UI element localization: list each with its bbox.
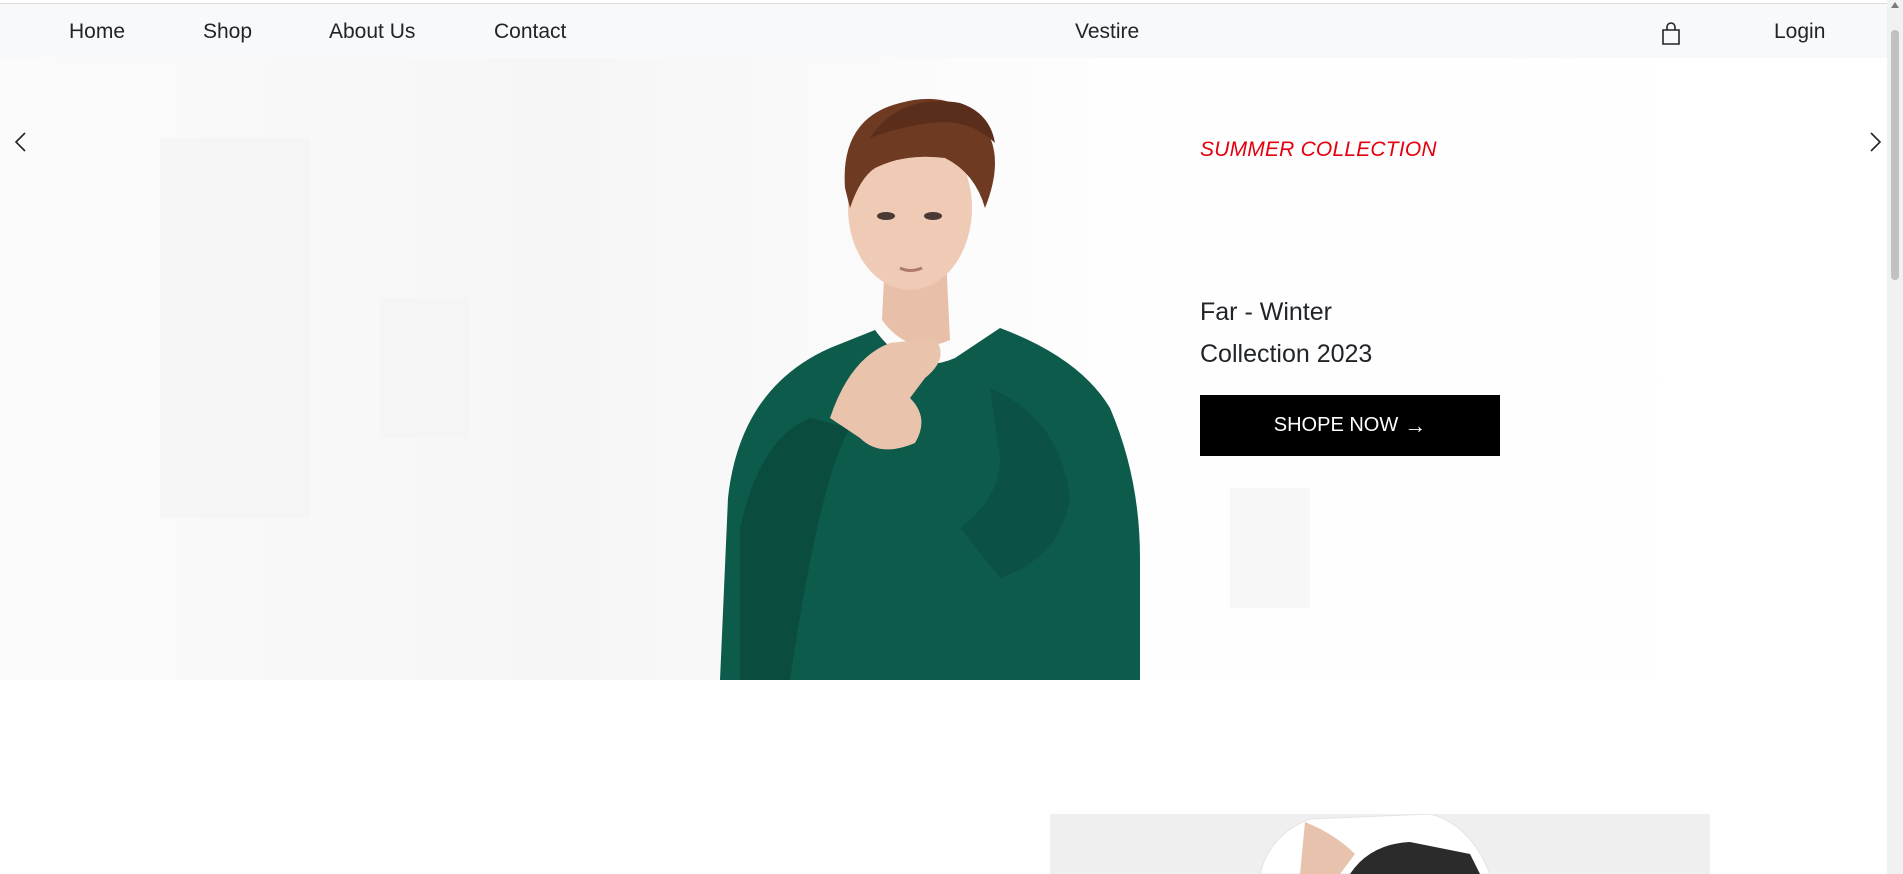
carousel-next-button[interactable] <box>1860 128 1887 158</box>
hero-carousel: SUMMER COLLECTION Far - Winter Collectio… <box>0 58 1887 680</box>
featured-product-image <box>1050 814 1710 874</box>
scroll-up-arrow-icon[interactable] <box>1891 2 1899 8</box>
hero-subtitle: SUMMER COLLECTION <box>1200 138 1437 161</box>
nav-link-home[interactable]: Home <box>69 4 125 59</box>
hero-title-line1: Far - Winter <box>1200 298 1332 326</box>
shopping-bag-icon[interactable] <box>1660 22 1682 46</box>
chevron-left-icon <box>14 132 26 152</box>
hero-title: Far - Winter Collection 2023 <box>1200 291 1372 375</box>
background-shape <box>380 298 470 438</box>
shop-now-button[interactable]: SHOPE NOW → <box>1200 395 1500 456</box>
top-navbar: Home Shop About Us Contact Vestire Login <box>0 3 1887 58</box>
login-link[interactable]: Login <box>1774 4 1825 59</box>
page-scrollbar[interactable] <box>1887 0 1903 874</box>
scrollbar-thumb[interactable] <box>1891 30 1899 280</box>
brand-logo-text[interactable]: Vestire <box>1075 4 1139 59</box>
product-teaser-graphic <box>1259 814 1491 874</box>
arrow-right-icon: → <box>1404 412 1427 438</box>
shop-now-label: SHOPE NOW <box>1273 414 1399 436</box>
hero-model-image <box>720 98 1140 680</box>
nav-link-about-us[interactable]: About Us <box>329 4 415 59</box>
hero-title-line2: Collection 2023 <box>1200 340 1373 368</box>
background-shape <box>1230 488 1310 608</box>
chevron-right-icon <box>1870 132 1882 152</box>
background-shape <box>160 138 310 518</box>
nav-link-contact[interactable]: Contact <box>494 4 566 59</box>
nav-link-shop[interactable]: Shop <box>203 4 252 59</box>
carousel-prev-button[interactable] <box>6 128 36 158</box>
